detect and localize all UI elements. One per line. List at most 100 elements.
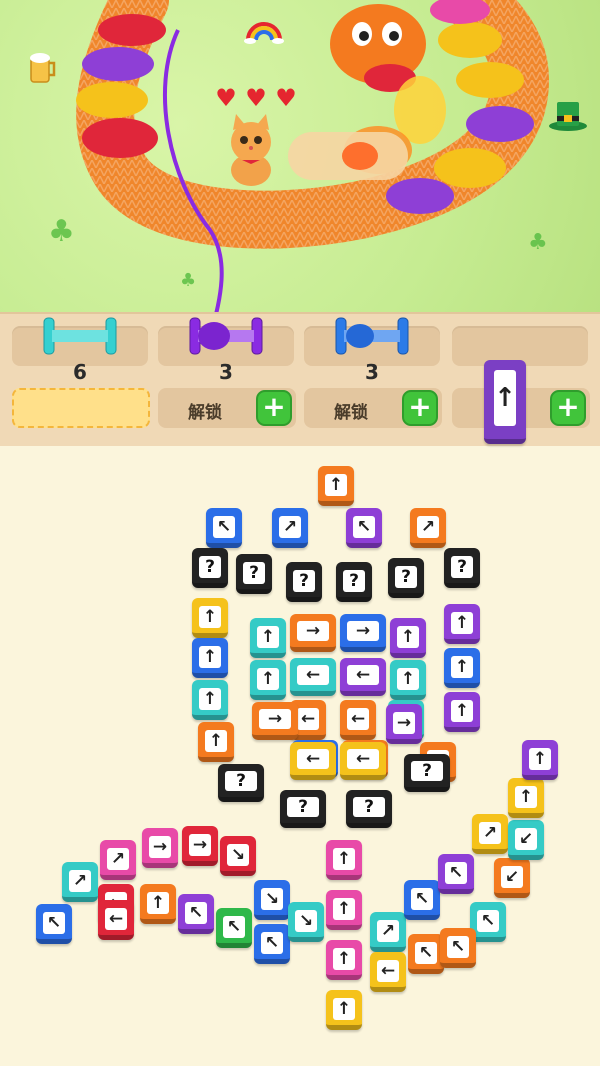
yarn-tile[interactable]: ?: [280, 790, 326, 828]
yarn-tile[interactable]: ?: [404, 754, 450, 792]
yarn-tile[interactable]: ←: [340, 700, 376, 740]
yarn-tile[interactable]: ↘: [220, 836, 256, 876]
yarn-tile[interactable]: ↖: [404, 880, 440, 920]
yarn-tile[interactable]: ←: [340, 658, 386, 696]
yarn-tile[interactable]: ←: [290, 658, 336, 696]
yarn-tile[interactable]: ↗: [410, 508, 446, 548]
arrow-icon: ↑: [333, 998, 355, 1020]
yarn-tile[interactable]: ↖: [438, 854, 474, 894]
yarn-tile[interactable]: ↘: [254, 880, 290, 920]
yarn-tile[interactable]: ?: [192, 548, 228, 588]
yarn-tile[interactable]: ←: [98, 900, 134, 940]
arrow-icon: ↑: [451, 656, 473, 678]
arrow-icon: ↑: [333, 948, 355, 970]
yarn-tile[interactable]: ?: [286, 562, 322, 602]
yarn-tile[interactable]: ←: [370, 952, 406, 992]
yarn-tile[interactable]: ↑: [140, 884, 176, 924]
unlock-plus-button[interactable]: +: [402, 390, 438, 426]
yarn-tile[interactable]: ↖: [346, 508, 382, 548]
arrow-icon: ↑: [515, 786, 537, 808]
arrow-icon: ↖: [261, 932, 283, 954]
arrow-icon: →: [259, 709, 291, 729]
yarn-tile[interactable]: ↑: [390, 618, 426, 658]
arrow-icon: ↑: [325, 474, 347, 496]
yarn-tile[interactable]: ↙: [494, 858, 530, 898]
knitted-dragon: [76, 0, 550, 312]
unlock-plus-button[interactable]: +: [256, 390, 292, 426]
arrow-icon: ↘: [295, 910, 317, 932]
yarn-tile[interactable]: ↗: [62, 862, 98, 902]
arrow-icon: ↑: [199, 646, 221, 668]
yarn-tile[interactable]: ↖: [440, 928, 476, 968]
yarn-tile[interactable]: →: [252, 702, 298, 740]
yarn-tile[interactable]: ↑: [326, 840, 362, 880]
unlock-label: 解锁: [334, 403, 368, 423]
yarn-tile[interactable]: ↑: [508, 778, 544, 818]
yarn-tile[interactable]: ?: [236, 554, 272, 594]
yarn-tile[interactable]: ↑: [522, 740, 558, 780]
yarn-tile[interactable]: ↑: [444, 604, 480, 644]
yarn-tile[interactable]: ↑: [198, 722, 234, 762]
unlock-plus-button[interactable]: +: [550, 390, 586, 426]
arrow-icon: ←: [347, 708, 369, 730]
arrow-icon: ↑: [257, 626, 279, 648]
moving-tile: ↑: [484, 360, 526, 444]
yarn-tile[interactable]: ←: [290, 742, 336, 780]
arrow-icon: ↖: [185, 902, 207, 924]
arrow-icon: ←: [297, 749, 329, 769]
yarn-tile[interactable]: ?: [388, 558, 424, 598]
yarn-tile[interactable]: ↗: [370, 912, 406, 952]
yarn-tile[interactable]: ↑: [192, 680, 228, 720]
arrow-icon: ↑: [333, 898, 355, 920]
yarn-tile[interactable]: ?: [346, 790, 392, 828]
arrow-icon: ↑: [333, 848, 355, 870]
active-tile-slot[interactable]: [12, 388, 150, 428]
game-scene: ♣ ♣ ♣ ♥ ♥ ♥: [0, 0, 600, 312]
arrow-icon: →: [189, 834, 211, 856]
arrow-icon: ↗: [417, 516, 439, 538]
yarn-tile[interactable]: ↑: [326, 890, 362, 930]
yarn-tile[interactable]: ↗: [272, 508, 308, 548]
yarn-tile[interactable]: ↖: [206, 508, 242, 548]
yarn-tile[interactable]: ↑: [390, 660, 426, 700]
yarn-tile[interactable]: →: [340, 614, 386, 652]
yarn-tile[interactable]: ↑: [444, 692, 480, 732]
arrow-icon: ↗: [377, 920, 399, 942]
yarn-tile[interactable]: ↗: [472, 814, 508, 854]
yarn-tile[interactable]: ↑: [318, 466, 354, 506]
yarn-tile[interactable]: ↑: [250, 660, 286, 700]
yarn-tile[interactable]: ↑: [192, 638, 228, 678]
yarn-tile[interactable]: ?: [336, 562, 372, 602]
unlock-slot[interactable]: 解锁 +: [158, 388, 296, 428]
yarn-tile[interactable]: ↖: [216, 908, 252, 948]
yarn-tile[interactable]: ?: [444, 548, 480, 588]
yarn-tile[interactable]: ↑: [326, 940, 362, 980]
yarn-tile[interactable]: ↖: [254, 924, 290, 964]
arrow-icon: ←: [105, 908, 127, 930]
yarn-tile[interactable]: ←: [340, 742, 386, 780]
arrow-icon: ↖: [477, 910, 499, 932]
yarn-tile[interactable]: →: [182, 826, 218, 866]
yarn-tile[interactable]: →: [386, 704, 422, 744]
yarn-tile[interactable]: ↗: [100, 840, 136, 880]
arrow-icon: ↑: [397, 668, 419, 690]
yarn-tile[interactable]: ?: [218, 764, 264, 802]
yarn-tile[interactable]: ↘: [288, 902, 324, 942]
yarn-tile[interactable]: ↑: [250, 618, 286, 658]
yarn-tile[interactable]: ↑: [192, 598, 228, 638]
arrow-icon: ↑: [529, 748, 551, 770]
arrow-icon: ↖: [223, 916, 245, 938]
yarn-tile[interactable]: →: [142, 828, 178, 868]
yarn-tile[interactable]: ↖: [408, 934, 444, 974]
yarn-tile[interactable]: →: [290, 614, 336, 652]
yarn-tile[interactable]: ↑: [326, 990, 362, 1030]
arrow-icon: →: [297, 621, 329, 641]
yarn-tile[interactable]: ↑: [444, 648, 480, 688]
yarn-tile[interactable]: ↖: [36, 904, 72, 944]
yarn-tile[interactable]: ↖: [178, 894, 214, 934]
unlock-slot[interactable]: 解锁 +: [304, 388, 442, 428]
mystery-icon: ?: [411, 761, 443, 781]
arrow-icon: ↖: [411, 888, 433, 910]
yarn-tile[interactable]: ↙: [508, 820, 544, 860]
arrow-icon: ↑: [397, 626, 419, 648]
